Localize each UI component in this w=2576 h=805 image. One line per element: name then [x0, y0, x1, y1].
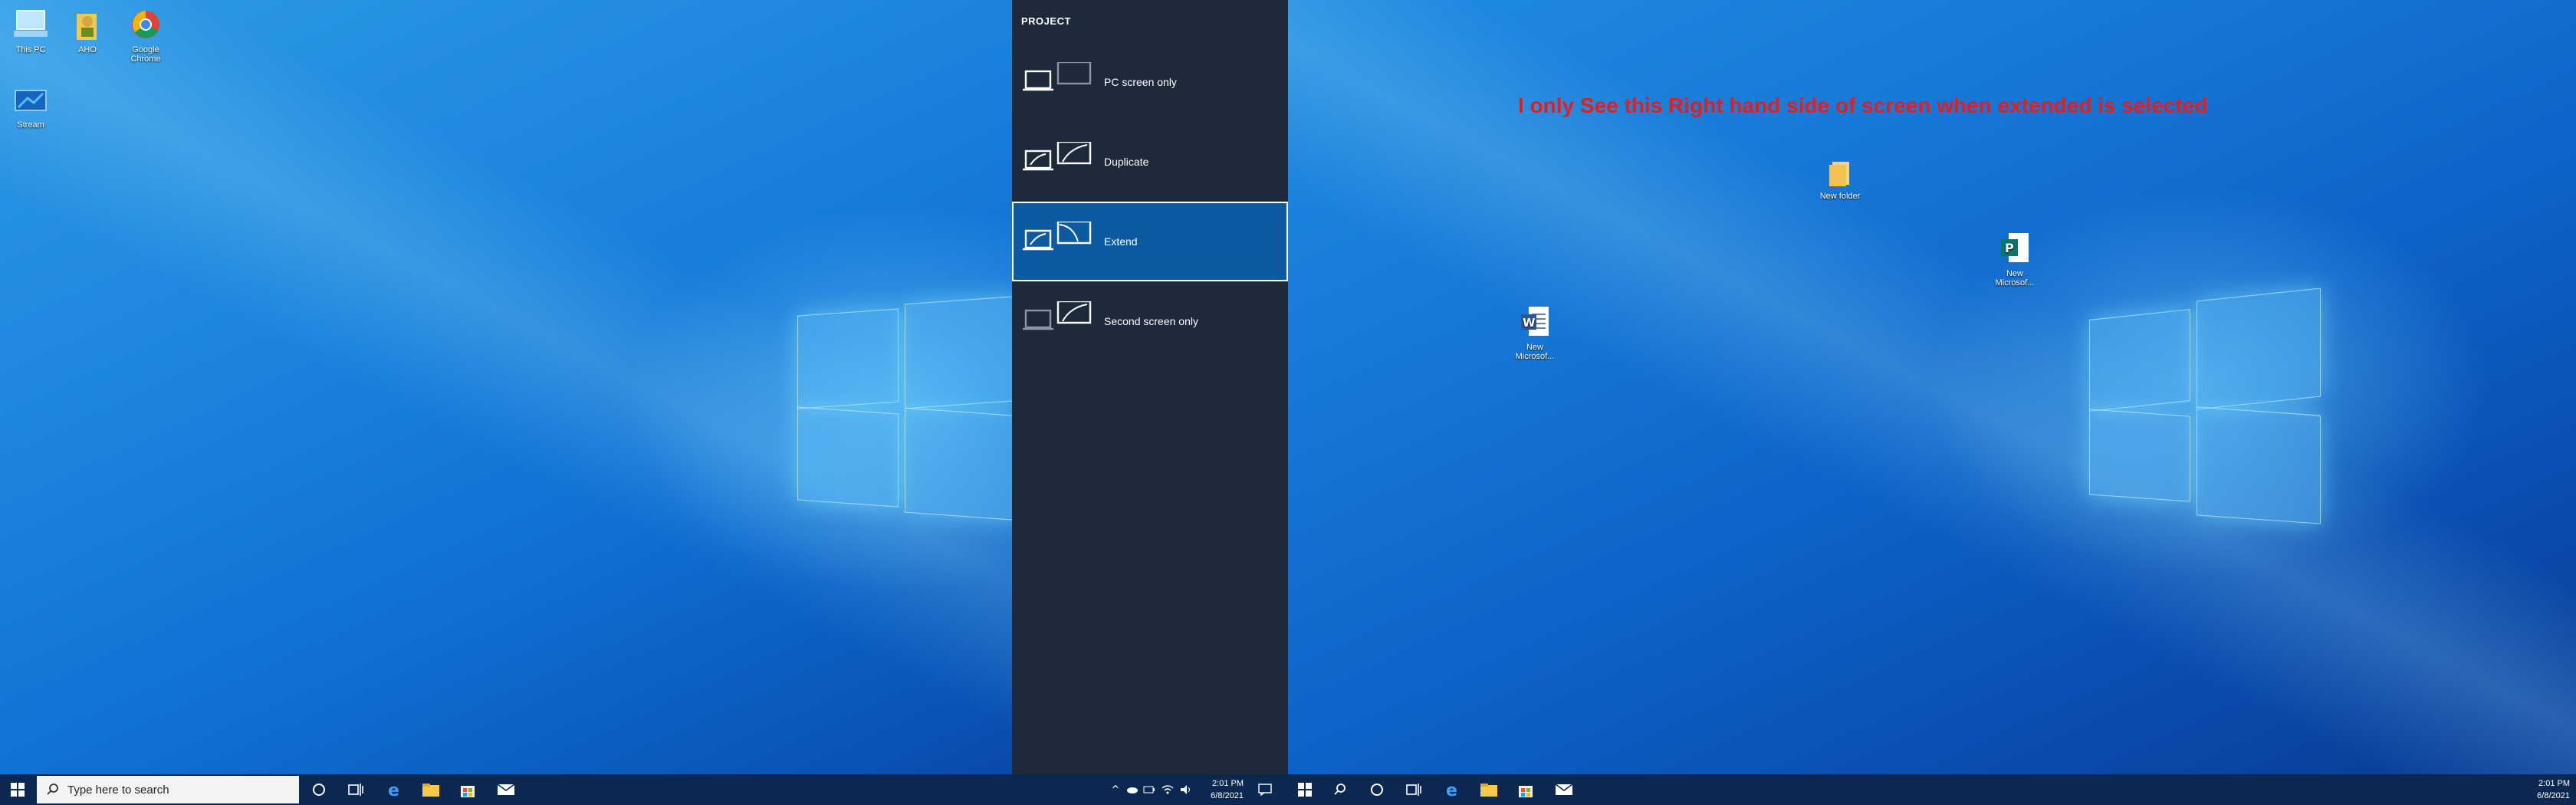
search-icon	[1334, 784, 1346, 795]
windows-start-icon	[11, 783, 25, 797]
notification-icon	[1258, 784, 1272, 796]
svg-text:e: e	[1446, 781, 1457, 798]
store-icon	[1519, 786, 1533, 797]
taskbar-clock[interactable]: 2:01 PM 6/8/2021	[1201, 777, 1244, 802]
taskbar-right: e 2:01 PM 6/8/2021	[1288, 774, 2576, 805]
taskbar-mail[interactable]	[1546, 774, 1582, 805]
edge-icon: e	[388, 781, 399, 798]
task-view-icon	[348, 784, 363, 796]
project-option-label: Second screen only	[1104, 315, 1198, 327]
taskbar-edge[interactable]: e	[1434, 774, 1470, 805]
publisher-icon: P	[1984, 230, 2045, 268]
wifi-icon	[1162, 785, 1174, 794]
chrome-icon	[115, 8, 176, 44]
tray-icon-network[interactable]	[1159, 774, 1176, 805]
tray-icon-volume[interactable]	[1178, 774, 1194, 805]
search-button[interactable]	[1322, 774, 1359, 805]
svg-text:W: W	[1523, 316, 1536, 330]
search-icon	[47, 784, 58, 795]
stream-icon	[0, 86, 61, 119]
project-option-extend[interactable]: Extend	[1012, 202, 1288, 281]
edge-icon: e	[1446, 781, 1457, 798]
project-option-label: Duplicate	[1104, 156, 1149, 168]
desktop-icon-label: This PC	[15, 45, 46, 54]
store-icon	[461, 786, 475, 797]
cortana-circle-icon	[1371, 784, 1383, 796]
task-view-button[interactable]	[1395, 774, 1432, 805]
action-center-button[interactable]	[1250, 774, 1280, 805]
extend-icon	[1023, 222, 1092, 251]
taskbar-mail[interactable]	[488, 774, 524, 805]
taskbar-left: Type here to search e ^ 2:01 PM 6/8/2021	[0, 774, 1288, 805]
desktop-icon-new-publisher[interactable]: P New Microsof...	[1984, 230, 2045, 288]
word-icon: W	[1504, 304, 1566, 341]
duplicate-icon	[1023, 142, 1092, 171]
desktop-icon-aho[interactable]: AHO	[57, 8, 118, 54]
desktop-icon-label: AHO	[78, 45, 97, 54]
start-button[interactable]	[0, 774, 35, 805]
project-option-pc-screen-only[interactable]: PC screen only	[1012, 42, 1288, 122]
project-panel: PROJECT PC screen only Duplicate Extend …	[1012, 0, 1288, 774]
pc-screen-only-icon	[1023, 62, 1092, 91]
chevron-up-icon: ^	[1111, 784, 1120, 796]
speaker-icon	[1181, 785, 1190, 794]
right-monitor: I only See this Right hand side of scree…	[1288, 0, 2576, 805]
cloud-icon	[1127, 787, 1138, 794]
desktop-icon-this-pc[interactable]: This PC	[0, 8, 61, 54]
svg-text:e: e	[388, 781, 399, 798]
folder-icon	[1809, 157, 1871, 190]
taskbar-store[interactable]	[1507, 774, 1544, 805]
project-option-second-screen-only[interactable]: Second screen only	[1012, 281, 1288, 361]
taskbar-search-box[interactable]: Type here to search	[37, 776, 299, 803]
desktop-icon-stream[interactable]: Stream	[0, 86, 61, 130]
windows-start-icon	[1298, 783, 1312, 797]
desktop-icon-label: Stream	[17, 120, 44, 130]
taskbar-file-explorer[interactable]	[1470, 774, 1507, 805]
project-option-duplicate[interactable]: Duplicate	[1012, 122, 1288, 202]
project-option-label: PC screen only	[1104, 76, 1177, 88]
show-hidden-icons-button[interactable]: ^	[1107, 774, 1124, 805]
second-screen-only-icon	[1023, 301, 1092, 330]
project-panel-title: PROJECT	[1021, 15, 1071, 27]
tray-icon-onedrive[interactable]	[1124, 774, 1141, 805]
mail-icon	[1555, 784, 1573, 795]
desktop-icon-google-chrome[interactable]: Google Chrome	[115, 8, 176, 64]
taskbar-clock[interactable]: 2:01 PM 6/8/2021	[2524, 777, 2570, 802]
left-monitor: This PC AHO Google Chrome Stream Type he…	[0, 0, 1288, 805]
desktop-icon-label: New Microsof...	[1515, 343, 1555, 361]
tray-icon-battery[interactable]	[1141, 774, 1158, 805]
folder-icon	[422, 784, 439, 797]
cortana-button[interactable]	[1359, 774, 1395, 805]
clock-time: 2:01 PM	[2538, 779, 2570, 788]
annotation-text: I only See this Right hand side of scree…	[1518, 94, 2208, 117]
clock-date: 6/8/2021	[1211, 791, 1244, 800]
cortana-button[interactable]	[301, 774, 337, 805]
mail-icon	[497, 784, 515, 795]
desktop-icon-new-folder[interactable]: New folder	[1809, 157, 1871, 201]
user-folder-icon	[57, 8, 118, 44]
svg-text:P: P	[2005, 241, 2014, 255]
taskbar-file-explorer[interactable]	[412, 774, 449, 805]
desktop-icon-label: Google Chrome	[130, 45, 161, 64]
taskbar-store[interactable]	[449, 774, 486, 805]
desktop-icon-label: New folder	[1819, 192, 1861, 201]
task-view-button[interactable]	[337, 774, 374, 805]
desktop-icon-label: New Microsof...	[1995, 269, 2035, 288]
clock-date: 6/8/2021	[2537, 791, 2570, 800]
folder-icon	[1480, 784, 1497, 797]
clock-time: 2:01 PM	[1212, 779, 1244, 788]
search-placeholder: Type here to search	[67, 783, 169, 797]
start-button[interactable]	[1288, 774, 1322, 805]
computer-icon	[0, 8, 61, 44]
cortana-circle-icon	[313, 784, 325, 796]
task-view-icon	[1406, 784, 1421, 796]
battery-icon	[1143, 786, 1155, 794]
project-option-label: Extend	[1104, 235, 1138, 248]
desktop-icon-new-word[interactable]: W New Microsof...	[1504, 304, 1566, 361]
taskbar-edge[interactable]: e	[376, 774, 412, 805]
